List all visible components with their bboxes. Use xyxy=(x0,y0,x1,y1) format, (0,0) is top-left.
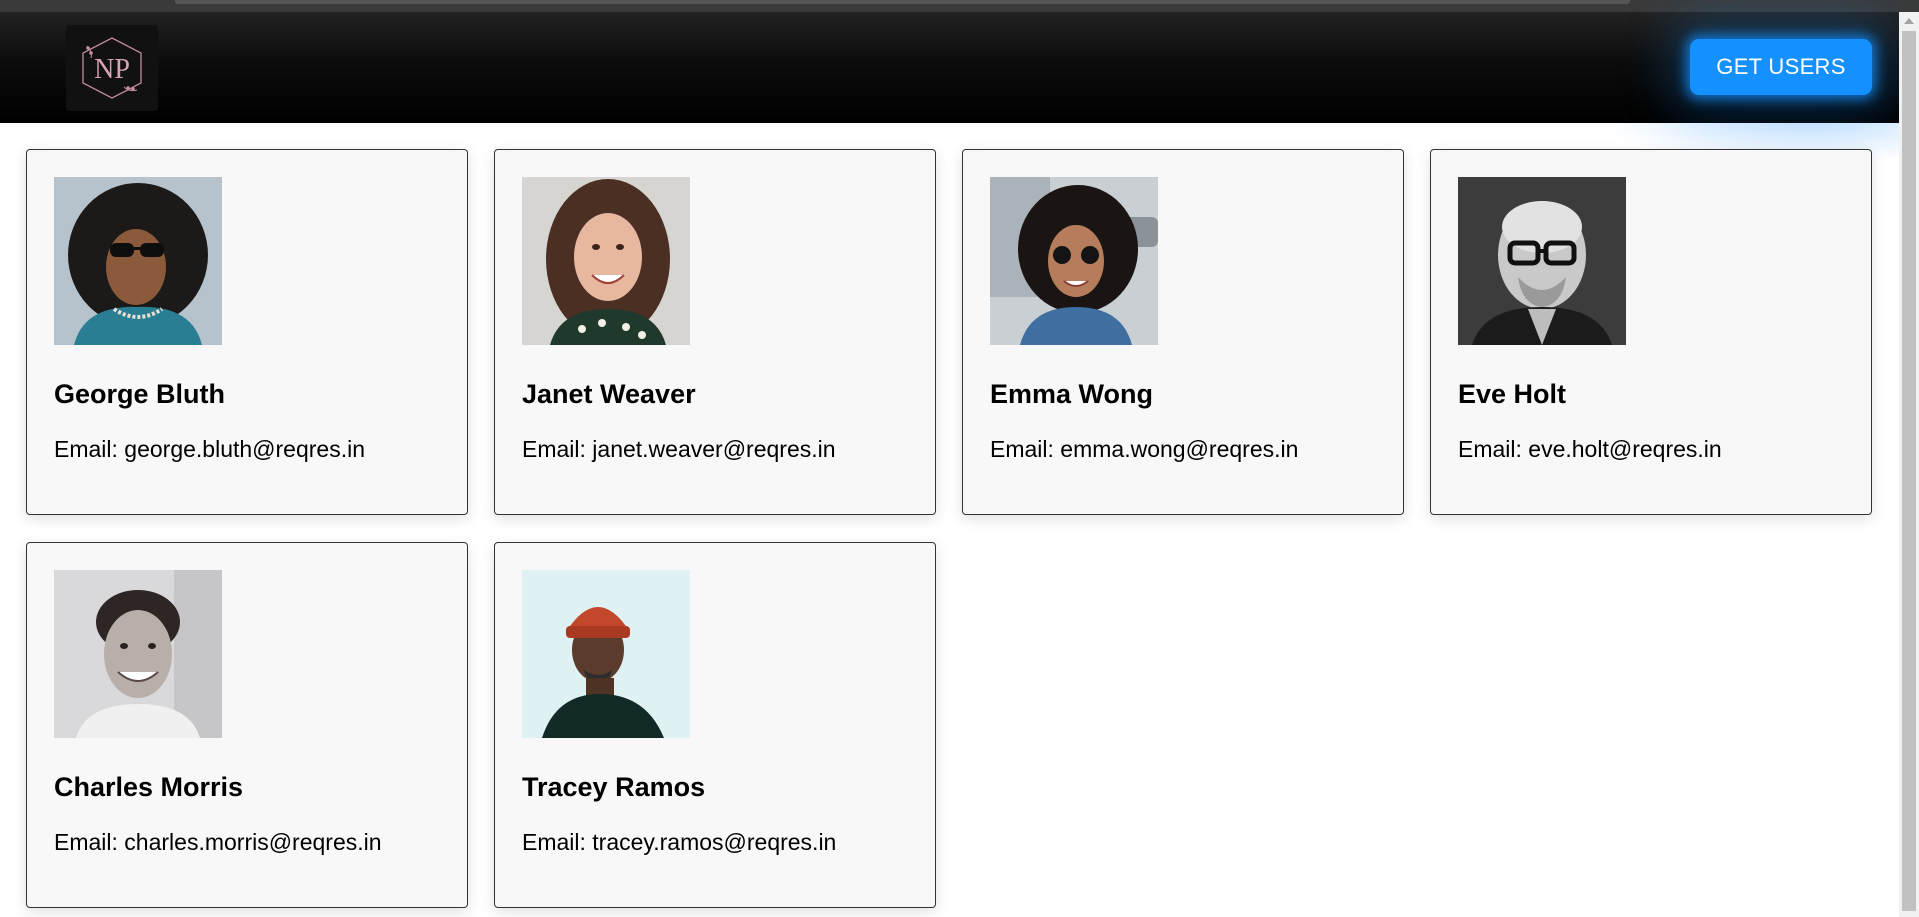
email-value: george.bluth@reqres.in xyxy=(124,436,366,462)
email-prefix: Email: xyxy=(990,436,1054,462)
user-card: Janet Weaver Email: janet.weaver@reqres.… xyxy=(494,149,936,515)
user-name: Tracey Ramos xyxy=(522,772,706,802)
np-logo-mark: NP xyxy=(82,37,142,99)
user-email: Email: eve.holt@reqres.in xyxy=(1458,435,1844,463)
user-email: Email: emma.wong@reqres.in xyxy=(990,435,1376,463)
get-users-button[interactable]: GET USERS xyxy=(1690,39,1872,95)
user-card: George Bluth Email: george.bluth@reqres.… xyxy=(26,149,468,515)
site-header: NP GET USERS xyxy=(0,12,1899,123)
scroll-up-arrow-icon[interactable] xyxy=(1899,12,1919,29)
avatar-tracey-ramos xyxy=(522,570,690,738)
avatar-janet-weaver xyxy=(522,177,690,345)
user-card: Charles Morris Email: charles.morris@req… xyxy=(26,542,468,908)
email-value: eve.holt@reqres.in xyxy=(1528,436,1722,462)
user-email: Email: tracey.ramos@reqres.in xyxy=(522,828,908,856)
users-grid: George Bluth Email: george.bluth@reqres.… xyxy=(26,149,1874,908)
email-prefix: Email: xyxy=(54,829,118,855)
email-value: charles.morris@reqres.in xyxy=(124,829,382,855)
avatar-eve-holt xyxy=(1458,177,1626,345)
email-value: tracey.ramos@reqres.in xyxy=(592,829,837,855)
user-email: Email: janet.weaver@reqres.in xyxy=(522,435,908,463)
browser-top-strip xyxy=(0,0,1919,12)
email-prefix: Email: xyxy=(522,436,586,462)
user-card: Tracey Ramos Email: tracey.ramos@reqres.… xyxy=(494,542,936,908)
avatar-george-bluth xyxy=(54,177,222,345)
browser-tab-bar xyxy=(175,0,1630,4)
email-prefix: Email: xyxy=(54,436,118,462)
np-logo[interactable]: NP xyxy=(66,25,158,111)
user-card: Emma Wong Email: emma.wong@reqres.in xyxy=(962,149,1404,515)
email-prefix: Email: xyxy=(522,829,586,855)
avatar-charles-morris xyxy=(54,570,222,738)
user-name: Janet Weaver xyxy=(522,379,696,409)
user-email: Email: charles.morris@reqres.in xyxy=(54,828,440,856)
user-email: Email: george.bluth@reqres.in xyxy=(54,435,440,463)
email-prefix: Email: xyxy=(1458,436,1522,462)
user-card: Eve Holt Email: eve.holt@reqres.in xyxy=(1430,149,1872,515)
scrollbar-thumb[interactable] xyxy=(1902,31,1916,911)
user-name: George Bluth xyxy=(54,379,226,409)
page-scrollbar[interactable] xyxy=(1899,12,1919,917)
email-value: janet.weaver@reqres.in xyxy=(592,436,836,462)
logo-text: NP xyxy=(94,54,130,85)
email-value: emma.wong@reqres.in xyxy=(1060,436,1299,462)
user-name: Eve Holt xyxy=(1458,379,1567,409)
user-name: Emma Wong xyxy=(990,379,1154,409)
avatar-emma-wong xyxy=(990,177,1158,345)
user-name: Charles Morris xyxy=(54,772,244,802)
